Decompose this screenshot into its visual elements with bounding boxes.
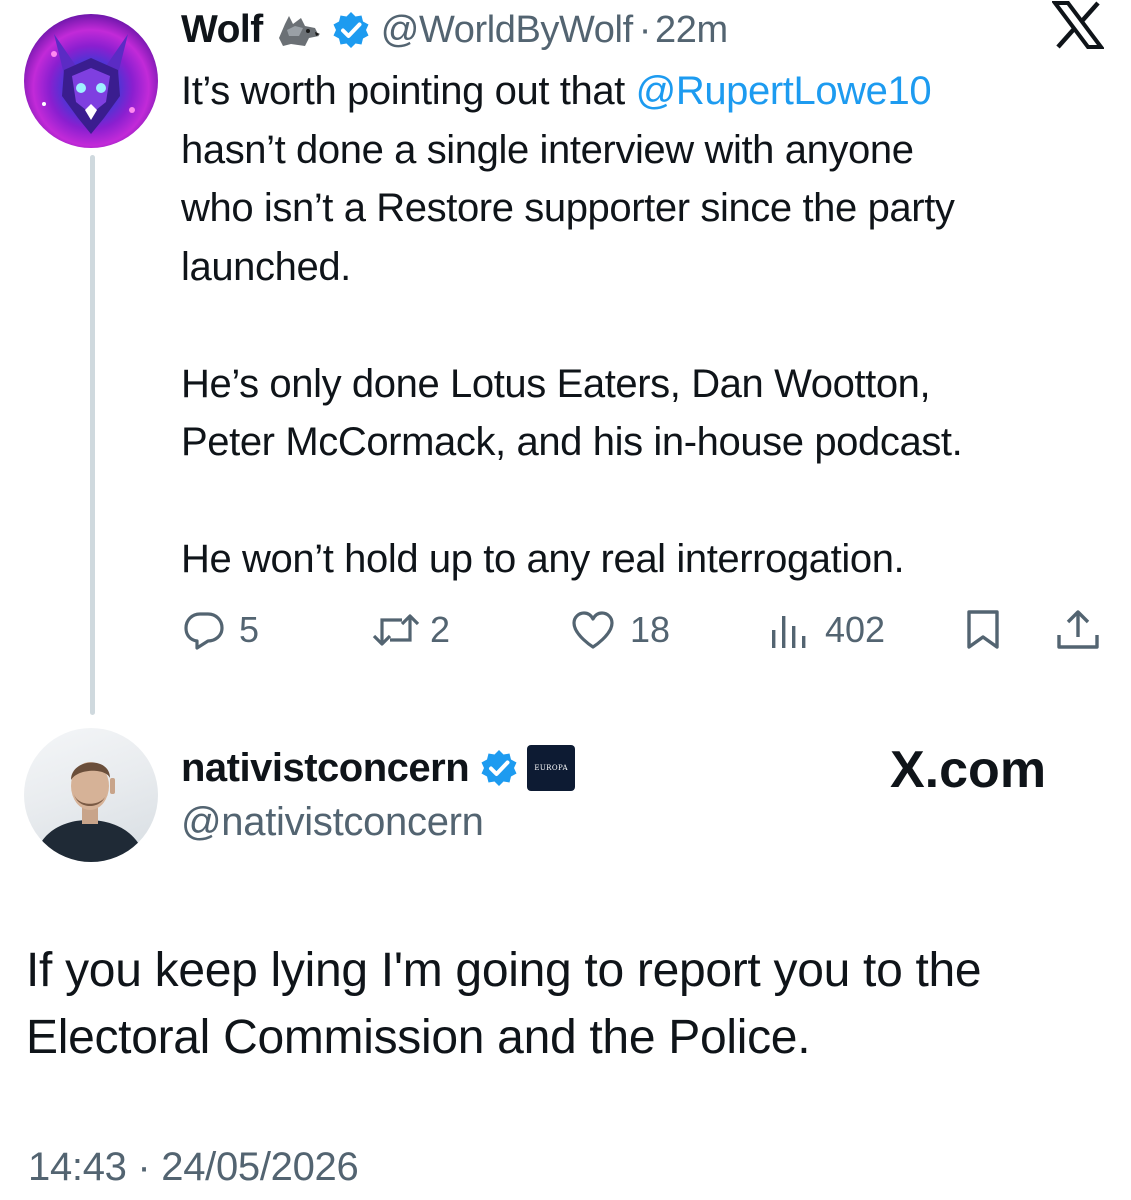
wolf-icon (275, 10, 321, 50)
tweet-time-ago[interactable]: 22m (655, 9, 728, 52)
wolf-avatar-art (42, 34, 135, 134)
tweet-text-line: It’s worth pointing out that @RupertLowe… (181, 62, 1111, 121)
reply-count: 5 (239, 609, 260, 650)
mention-link[interactable]: @RupertLowe10 (636, 69, 932, 113)
tweet-text-segment: It’s worth pointing out that (181, 69, 636, 113)
share-icon (1057, 610, 1099, 649)
reply-body: If you keep lying I'm going to report yo… (26, 937, 1116, 1071)
tweet-text-line: He won’t hold up to any real interrogati… (181, 537, 905, 581)
affiliate-badge[interactable]: EUROPA (527, 745, 576, 791)
repost-count: 2 (430, 609, 451, 650)
tweet-text-line: who isn’t a Restore supporter since the … (181, 186, 955, 230)
wolf-avatar[interactable] (24, 14, 158, 148)
bookmark-button[interactable] (963, 605, 1003, 655)
share-button[interactable] (1055, 605, 1101, 655)
reply-text-line: Electoral Commission and the Police. (26, 1011, 811, 1064)
meta-separator: · (638, 8, 652, 51)
verified-badge-icon (479, 748, 519, 788)
heart-icon (572, 611, 614, 649)
author-handle[interactable]: @WorldByWolf (381, 9, 633, 52)
nativistconcern-avatar[interactable] (24, 728, 158, 862)
repost-button[interactable]: 2 (370, 605, 450, 655)
tweet-timestamp[interactable]: 14:43 · 24/05/2026 (28, 1145, 359, 1190)
author-handle[interactable]: @nativistconcern (181, 800, 484, 845)
views-button[interactable]: 402 (769, 605, 885, 655)
x-com-watermark: X.com (890, 741, 1047, 799)
author-display-name[interactable]: Wolf (181, 8, 263, 52)
bookmark-icon (967, 610, 999, 649)
reply-header: nativistconcern EUROPA (181, 742, 576, 794)
tweet-body: It’s worth pointing out that @RupertLowe… (181, 62, 1111, 589)
like-count: 18 (630, 609, 671, 650)
repost-icon (372, 614, 420, 646)
tweet-text-line: He’s only done Lotus Eaters, Dan Wootton… (181, 361, 931, 406)
verified-badge-icon (331, 10, 371, 50)
reply-button[interactable]: 5 (183, 605, 259, 655)
x-logo-icon[interactable] (1051, 0, 1105, 62)
like-button[interactable]: 18 (570, 605, 670, 655)
thread-connector-line (90, 155, 95, 715)
person-avatar-art (34, 762, 146, 862)
reply-icon (184, 612, 224, 650)
tweet-text-line: launched. (181, 244, 351, 289)
views-icon (772, 616, 806, 648)
views-count: 402 (825, 609, 886, 650)
reply-text-line: If you keep lying I'm going to report yo… (26, 944, 982, 997)
tweet-text-line: hasn’t done a single interview with anyo… (181, 127, 914, 172)
tweet-header: Wolf @WorldByWolf · 22m (181, 5, 728, 55)
tweet-text-line: Peter McCormack, and his in-house podcas… (181, 420, 963, 464)
author-display-name[interactable]: nativistconcern (181, 746, 470, 791)
